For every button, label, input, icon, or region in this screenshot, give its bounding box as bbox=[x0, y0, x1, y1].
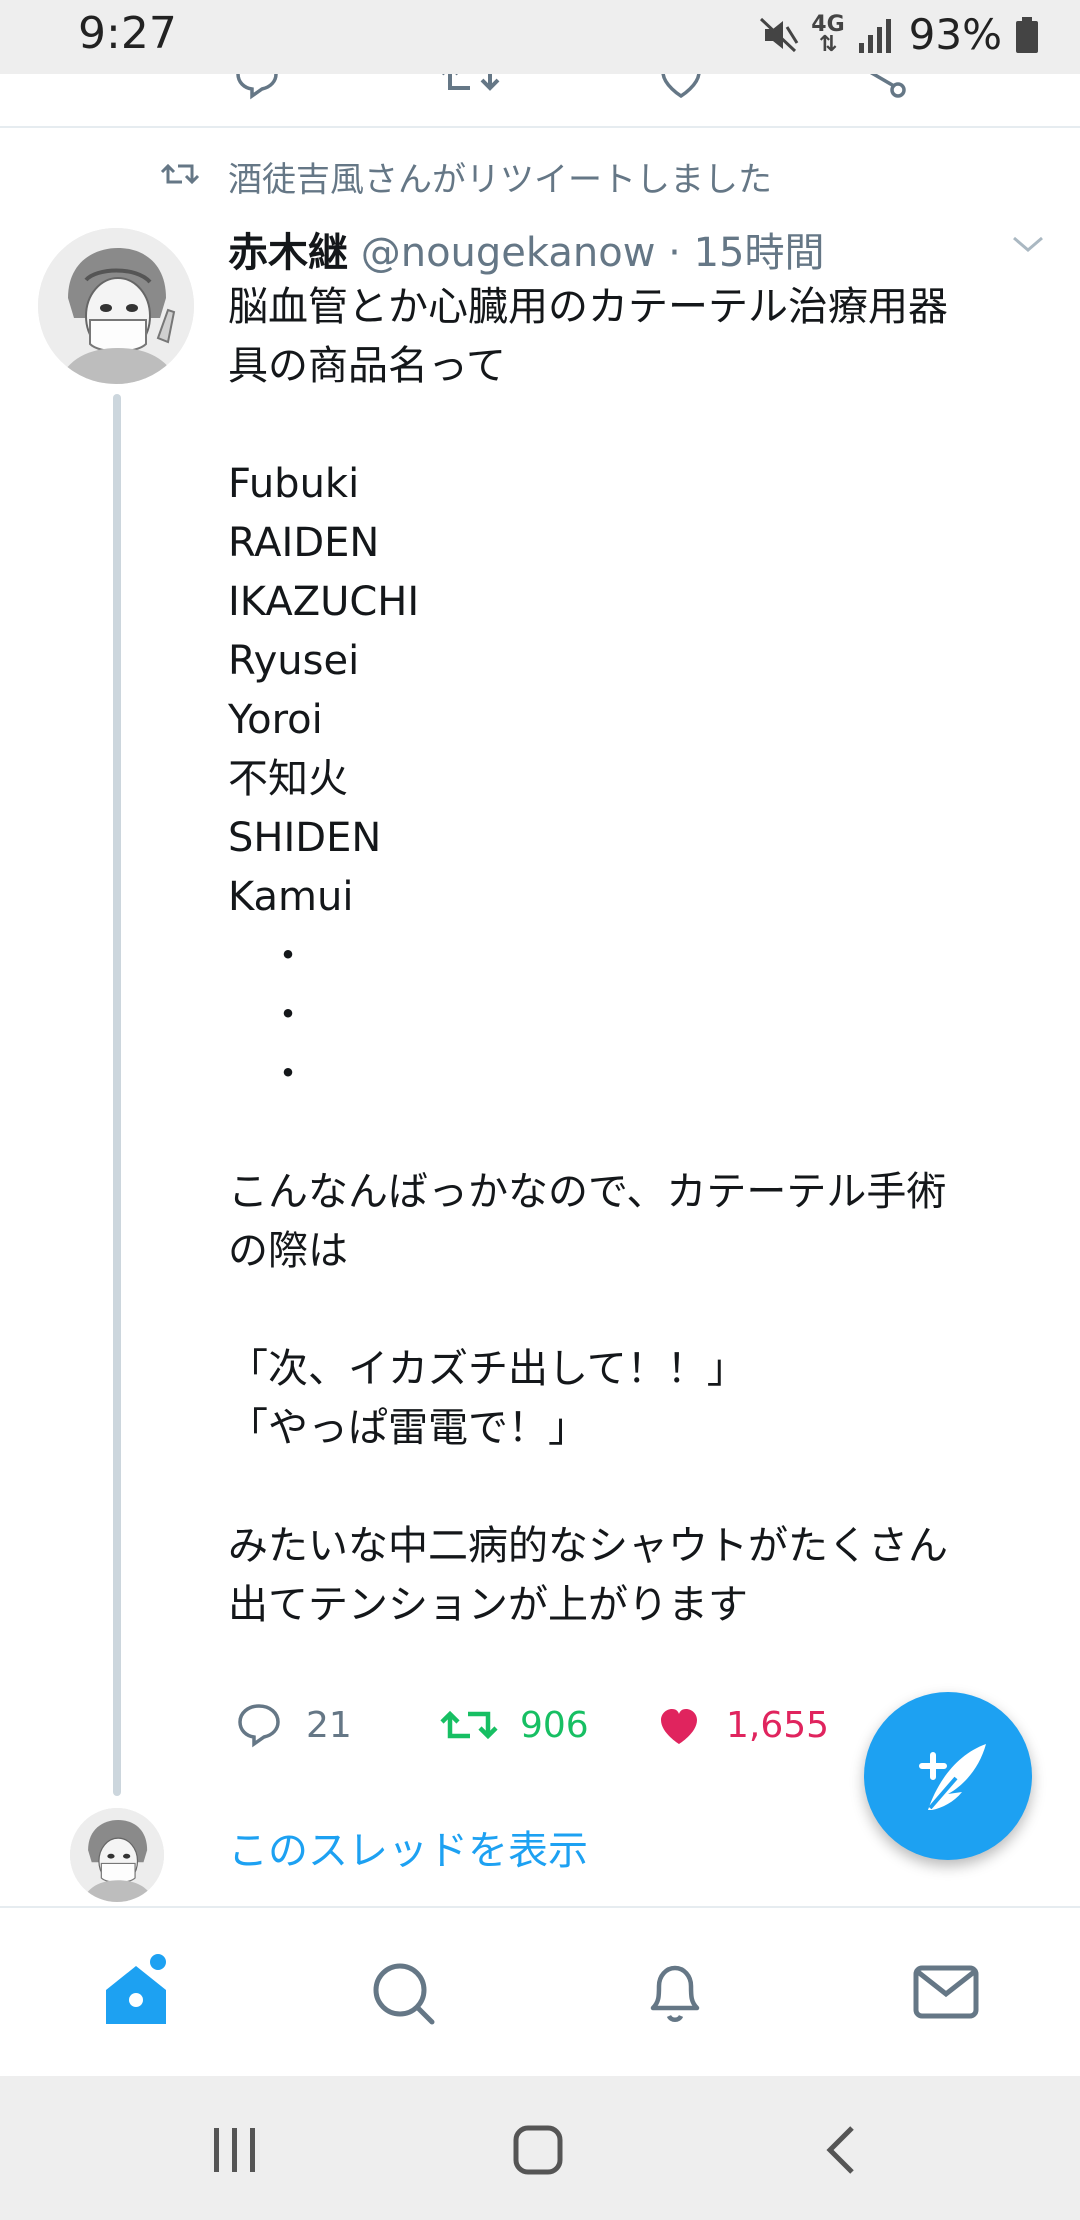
bell-icon bbox=[650, 1965, 700, 2022]
mute-icon bbox=[760, 17, 799, 52]
chevron-down-icon[interactable] bbox=[1010, 232, 1046, 256]
nav-notifications[interactable] bbox=[635, 1952, 715, 2032]
retweet-icon[interactable] bbox=[440, 74, 500, 102]
status-time: 9:27 bbox=[78, 8, 177, 59]
compose-button[interactable] bbox=[864, 1692, 1032, 1860]
display-name[interactable]: 赤木継 bbox=[228, 230, 348, 276]
tweet-header: 赤木継 @nougekanow · 15時間 bbox=[228, 220, 824, 278]
tweet-text: 脳血管とか心臓用のカテーテル治療用器 具の商品名って Fubuki RAIDEN IKA… bbox=[228, 278, 1028, 1635]
thread-avatar[interactable] bbox=[70, 1808, 164, 1902]
avatar[interactable] bbox=[38, 228, 194, 384]
reply-icon bbox=[238, 1704, 280, 1748]
tweet-text-line: IKAZUCHI bbox=[228, 579, 420, 625]
home-button-icon[interactable] bbox=[508, 2120, 568, 2180]
tweet-text-line: ・ bbox=[228, 1051, 308, 1097]
like-button[interactable]: 1,655 bbox=[654, 1700, 829, 1750]
tweet-text-line: の際は bbox=[228, 1228, 348, 1274]
avatar-image bbox=[38, 228, 194, 384]
show-thread-link[interactable]: このスレッドを表示 bbox=[228, 1818, 588, 1876]
previous-tweet-actions bbox=[0, 74, 1080, 126]
retweet-count: 906 bbox=[520, 1704, 589, 1746]
tweet-text-line: 出てテンションが上がります bbox=[228, 1582, 748, 1628]
share-icon[interactable] bbox=[862, 74, 912, 102]
tweet-time: 15時間 bbox=[693, 230, 825, 276]
home-icon bbox=[106, 1954, 166, 2024]
heart-icon[interactable] bbox=[656, 74, 706, 102]
network-indicator: 4G ⇅ bbox=[811, 11, 845, 57]
user-handle[interactable]: @nougekanow bbox=[361, 230, 656, 276]
tweet-text-line: みたいな中二病的なシャウトがたくさん bbox=[228, 1523, 948, 1569]
nav-messages[interactable] bbox=[906, 1952, 986, 2032]
nav-home[interactable] bbox=[96, 1952, 176, 2032]
tweet-text-line: Ryusei bbox=[228, 638, 360, 684]
search-icon bbox=[373, 1963, 435, 2025]
like-count: 1,655 bbox=[726, 1704, 830, 1746]
status-icons: 4G ⇅ 93% bbox=[759, 10, 1040, 59]
tweet-text-line: RAIDEN bbox=[228, 520, 380, 566]
recent-apps-icon[interactable] bbox=[206, 2122, 266, 2178]
tweet-text-line: Kamui bbox=[228, 874, 354, 920]
tweet-text-line: Yoroi bbox=[228, 697, 323, 743]
tweet-text-line bbox=[228, 396, 1028, 455]
tweet-text-line: 不知火 bbox=[228, 756, 348, 802]
mail-icon bbox=[913, 1965, 979, 2019]
header-separator: · bbox=[668, 230, 681, 276]
tweet-text-line: 脳血管とか心臓用のカテーテル治療用器 bbox=[228, 284, 948, 330]
tweet-text-line: 具の商品名って bbox=[228, 343, 506, 389]
divider bbox=[0, 126, 1080, 128]
reply-icon[interactable] bbox=[232, 74, 282, 102]
avatar-image bbox=[70, 1808, 164, 1902]
bottom-navigation bbox=[0, 1906, 1080, 2078]
retweet-icon bbox=[440, 1710, 498, 1740]
signal-icon bbox=[858, 18, 891, 53]
tweet-text-line bbox=[228, 1281, 1028, 1340]
reply-count: 21 bbox=[306, 1704, 352, 1746]
tweet-text-line: Fubuki bbox=[228, 461, 360, 507]
heart-icon bbox=[661, 1709, 697, 1744]
battery-percent: 93% bbox=[908, 10, 1002, 59]
tweet-text-line: 「やっぱ雷電で！」 bbox=[228, 1405, 588, 1451]
tweet-text-line bbox=[228, 1458, 1028, 1517]
reply-button[interactable]: 21 bbox=[234, 1700, 352, 1750]
tweet-text-line: こんなんばっかなので、カテーテル手術 bbox=[228, 1169, 947, 1215]
battery-icon bbox=[1016, 16, 1038, 53]
tweet-actions: 21 906 1,655 bbox=[228, 1700, 928, 1760]
back-icon[interactable] bbox=[818, 2122, 868, 2178]
retweet-button[interactable]: 906 bbox=[440, 1700, 589, 1750]
compose-icon bbox=[919, 1744, 986, 1810]
tweet-text-line: ・ bbox=[228, 933, 308, 979]
tweet-text-line bbox=[228, 1104, 1028, 1163]
system-navigation-bar bbox=[0, 2076, 1080, 2220]
tweet-text-line: ・ bbox=[228, 992, 308, 1038]
tweet-text-line: 「次、イカズチ出して！！」 bbox=[228, 1346, 747, 1392]
status-bar: 9:27 4G ⇅ 93% bbox=[0, 0, 1080, 74]
thread-connector bbox=[113, 394, 121, 1796]
tweet-text-line: SHIDEN bbox=[228, 815, 382, 861]
retweet-context-icon bbox=[160, 163, 200, 185]
nav-search[interactable] bbox=[364, 1952, 444, 2032]
retweet-context-text: 酒徒吉風さんがリツイートしました bbox=[228, 160, 772, 200]
